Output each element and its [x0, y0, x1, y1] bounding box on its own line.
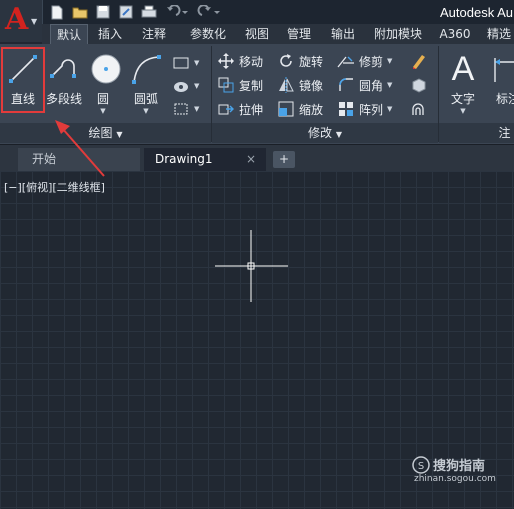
watermark: S 搜狗指南 zhinan.sogou.com — [412, 455, 496, 484]
annotation-arrow — [55, 120, 105, 177]
svg-text:S: S — [418, 461, 424, 472]
watermark-name: 搜狗指南 — [433, 459, 486, 474]
watermark-url: zhinan.sogou.com — [414, 474, 496, 484]
sogou-logo-icon: S — [412, 455, 430, 474]
